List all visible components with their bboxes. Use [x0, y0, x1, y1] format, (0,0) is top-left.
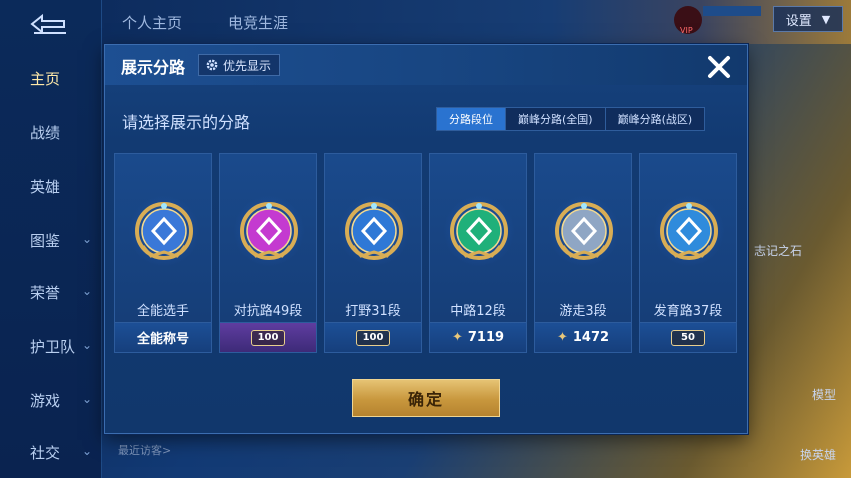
- lane-badge: 100: [220, 322, 316, 352]
- display-lane-dialog: 展示分路 优先显示 请选择展示的分路 分路段位 巅峰分路(全国) 巅峰分路(战区) …: [104, 44, 748, 434]
- lane-cards: 全能选手 全能称号 对抗路49段 100 打野31段 100 中路12段 ✦ 7119 游走3段 ✦…: [114, 153, 738, 353]
- sidebar-item[interactable]: 游戏 ⌄: [0, 380, 102, 420]
- sidebar-item-label: 社交: [30, 443, 61, 462]
- chevron-down-icon: ⌄: [82, 338, 93, 352]
- right-label-model[interactable]: 模型: [812, 386, 836, 403]
- chevron-down-icon: ▼: [821, 12, 831, 26]
- right-label-change-hero[interactable]: 换英雄: [800, 446, 836, 463]
- tab-esports-career[interactable]: 电竞生涯: [228, 12, 288, 33]
- left-sidebar: 主页战绩英雄图鉴 ⌄ 荣誉 ⌄ 护卫队 ⌄ 游戏 ⌄ 社交 ⌄: [0, 0, 102, 478]
- star-icon: ✦: [451, 330, 463, 345]
- chevron-down-icon: ⌄: [82, 444, 93, 458]
- segment-tab[interactable]: 巅峰分路(全国): [506, 108, 606, 130]
- rank-stars-pill: 100: [356, 329, 390, 346]
- tab-personal-home[interactable]: 个人主页: [122, 12, 182, 33]
- lane-rank-label: 全能选手: [136, 304, 189, 319]
- rank-stars-pill: 100: [251, 329, 285, 346]
- settings-button[interactable]: 设置 ▼: [773, 6, 843, 32]
- confirm-button[interactable]: 确定: [352, 379, 500, 417]
- top-info-bar: [703, 6, 761, 16]
- sidebar-item-label: 英雄: [30, 177, 61, 196]
- sidebar-item[interactable]: 图鉴 ⌄: [0, 220, 102, 260]
- dialog-header: 展示分路 优先显示: [105, 45, 747, 85]
- lane-rank-label: 中路12段: [450, 304, 506, 319]
- mid-lane-emblem-icon: [450, 202, 508, 260]
- lane-title: 全能称号: [136, 332, 189, 347]
- recent-visitors-link[interactable]: 最近访客>: [118, 442, 171, 458]
- lane-rank-label: 对抗路49段: [233, 304, 303, 319]
- gear-icon: [206, 59, 218, 71]
- lane-card[interactable]: 游走3段 ✦ 1472: [534, 153, 632, 353]
- priority-display-button[interactable]: 优先显示: [198, 54, 281, 76]
- sidebar-item-label: 主页: [30, 69, 61, 88]
- confirm-label: 确定: [407, 390, 444, 409]
- sidebar-item[interactable]: 主页: [0, 58, 102, 98]
- jungle-emblem-icon: [345, 202, 403, 260]
- sidebar-item[interactable]: 战绩: [0, 112, 102, 152]
- chevron-down-icon: ⌄: [82, 392, 93, 406]
- farm-lane-emblem-icon: [660, 202, 718, 260]
- lane-rank-label: 发育路37段: [653, 304, 723, 319]
- lane-badge: ✦ 1472: [535, 322, 631, 352]
- lane-rank-label: 打野31段: [345, 304, 401, 319]
- sidebar-item-label: 游戏: [30, 391, 61, 410]
- lane-rank-label: 游走3段: [559, 304, 607, 319]
- lane-card[interactable]: 打野31段 100: [324, 153, 422, 353]
- lane-points: 1472: [572, 330, 610, 345]
- roam-emblem-icon: [555, 202, 613, 260]
- rank-stars-pill: 50: [671, 329, 705, 346]
- lane-type-tabs: 分路段位 巅峰分路(全国) 巅峰分路(战区): [436, 107, 706, 131]
- sidebar-item-label: 图鉴: [30, 231, 61, 250]
- chevron-down-icon: ⌄: [82, 284, 93, 298]
- dialog-title: 展示分路: [121, 58, 186, 77]
- clash-lane-emblem-icon: [240, 202, 298, 260]
- chevron-down-icon: ⌄: [82, 232, 93, 246]
- segment-tab[interactable]: 分路段位: [437, 108, 506, 130]
- priority-display-label: 优先显示: [223, 58, 272, 73]
- lane-card[interactable]: 中路12段 ✦ 7119: [429, 153, 527, 353]
- sidebar-item-label: 护卫队: [30, 337, 76, 356]
- right-label-stone[interactable]: 志记之石: [754, 242, 802, 259]
- sidebar-item[interactable]: 英雄: [0, 166, 102, 206]
- sidebar-item[interactable]: 护卫队 ⌄: [0, 326, 102, 366]
- lane-card[interactable]: 对抗路49段 100: [219, 153, 317, 353]
- sidebar-item[interactable]: 社交 ⌄: [0, 432, 102, 472]
- dialog-subtitle: 请选择展示的分路: [122, 113, 251, 132]
- lane-card[interactable]: 发育路37段 50: [639, 153, 737, 353]
- vip-badge: VIP: [680, 26, 693, 35]
- close-icon[interactable]: [705, 53, 733, 81]
- sidebar-item[interactable]: 荣誉 ⌄: [0, 272, 102, 312]
- segment-tab[interactable]: 巅峰分路(战区): [606, 108, 705, 130]
- all-round-emblem-icon: [135, 202, 193, 260]
- lane-badge: ✦ 7119: [430, 322, 526, 352]
- star-icon: ✦: [556, 330, 568, 345]
- back-arrow-icon[interactable]: [26, 12, 70, 36]
- sidebar-item-label: 荣誉: [30, 283, 61, 302]
- lane-badge: 全能称号: [115, 322, 211, 352]
- sidebar-item-label: 战绩: [30, 123, 61, 142]
- settings-label: 设置: [785, 13, 812, 29]
- lane-points: 7119: [467, 330, 505, 345]
- lane-card[interactable]: 全能选手 全能称号: [114, 153, 212, 353]
- lane-badge: 100: [325, 322, 421, 352]
- lane-badge: 50: [640, 322, 736, 352]
